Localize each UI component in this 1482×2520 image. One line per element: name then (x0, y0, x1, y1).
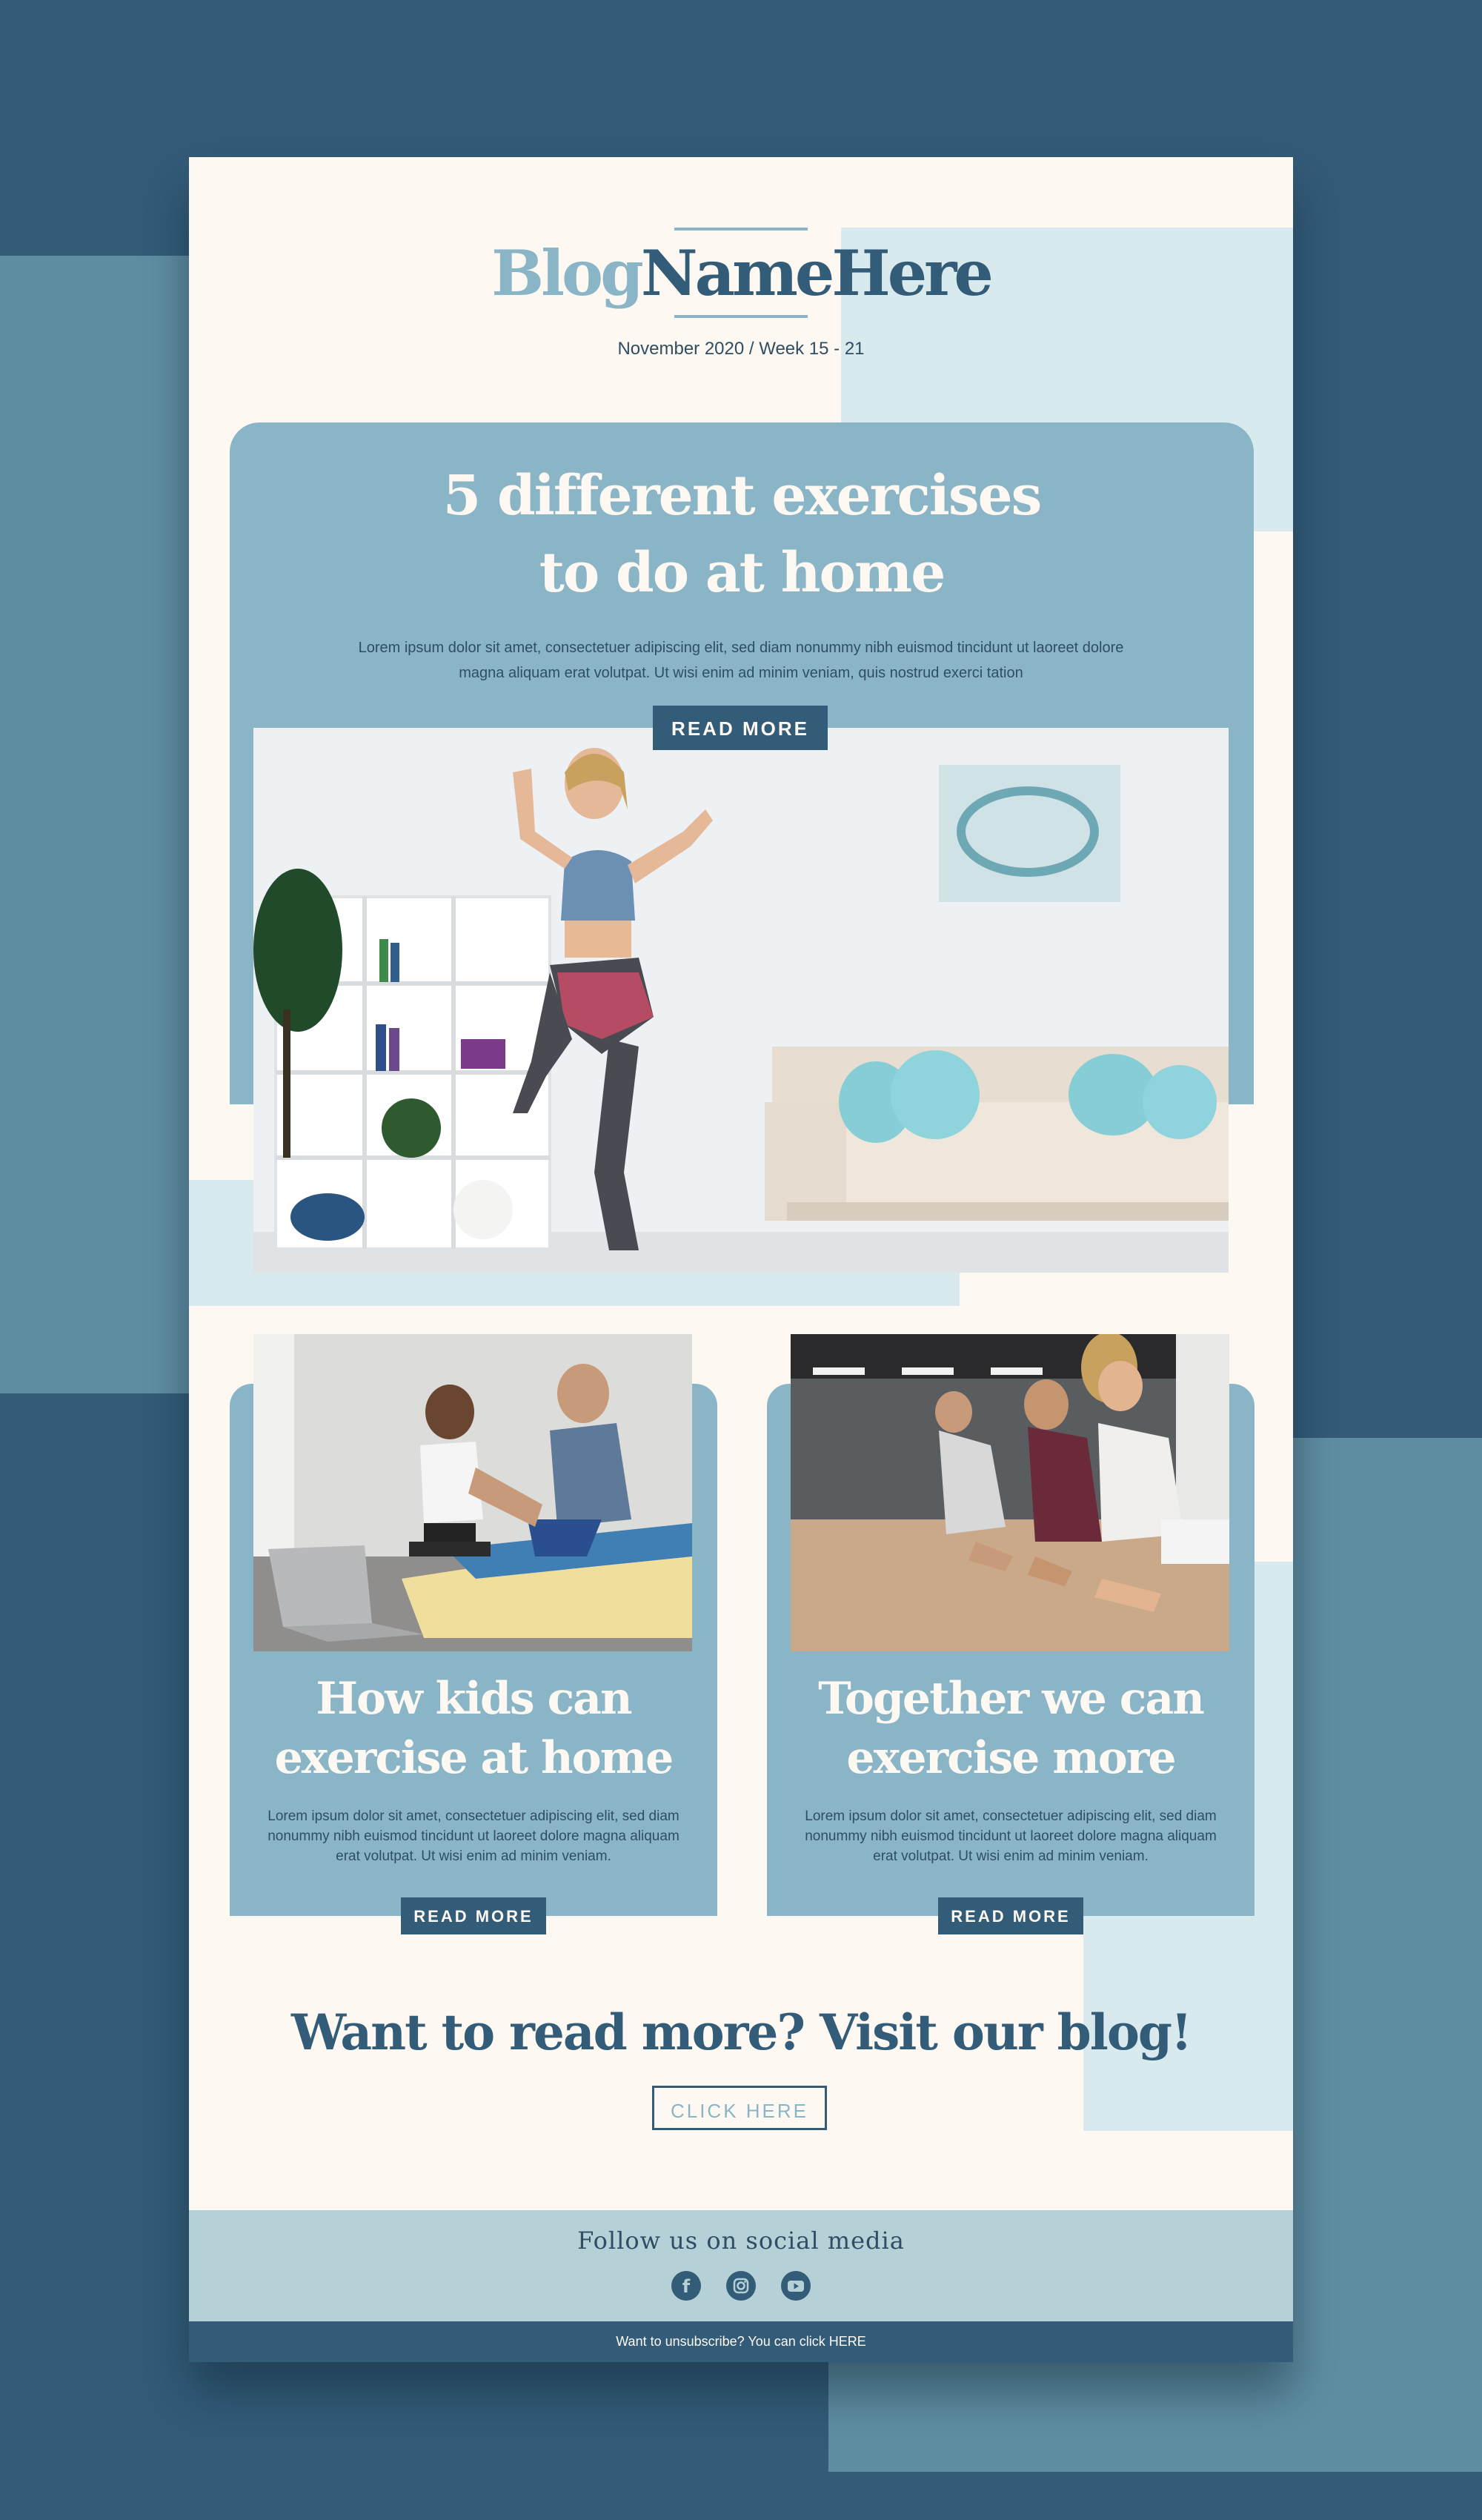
article-title-together: Together we can exercise more (767, 1669, 1255, 1788)
social-title: Follow us on social media (577, 2226, 905, 2255)
logo-rule-top (674, 228, 808, 231)
logo-rule-bottom (674, 315, 808, 318)
article-description-together: Lorem ipsum dolor sit amet, consectetuer… (805, 1808, 1217, 1864)
youtube-icon[interactable] (781, 2271, 811, 2301)
hero-read-more-button[interactable]: READ MORE (653, 706, 828, 750)
hero-photo-woman-exercising (253, 728, 1229, 1273)
cta-title: Want to read more? Visit our blog! (291, 2003, 1192, 2061)
instagram-icon[interactable] (726, 2271, 756, 2301)
social-icons: f (189, 2271, 1293, 2301)
svg-text:f: f (682, 2276, 691, 2297)
article-title-line: Together we can (818, 1673, 1205, 1725)
logo-part-name: NameHere (640, 236, 994, 310)
article-title-line: exercise more (846, 1732, 1176, 1784)
header: BlogNameHere November 2020 / Week 15 - 2… (189, 228, 1293, 359)
facebook-icon[interactable]: f (671, 2271, 701, 2301)
photo-group-exercising-gym (791, 1334, 1229, 1651)
photo-father-and-son-exercising (253, 1334, 692, 1651)
newsletter-card: BlogNameHere November 2020 / Week 15 - 2… (189, 157, 1293, 2362)
hero-title-line: to do at home (539, 541, 946, 605)
hero-title: 5 different exercises to do at home (230, 457, 1254, 611)
blog-logo[interactable]: BlogNameHere (189, 242, 1293, 305)
issue-date: November 2020 / Week 15 - 21 (617, 339, 865, 359)
hero-title-line: 5 different exercises (442, 464, 1043, 528)
social-section: Follow us on social media f (189, 2210, 1293, 2321)
hero-description: Lorem ipsum dolor sit amet, consectetuer… (358, 640, 1124, 681)
logo-part-blog: Blog (491, 236, 644, 310)
background-block-right (1293, 1438, 1482, 2253)
article-title-kids: How kids can exercise at home (230, 1669, 717, 1788)
kids-read-more-button[interactable]: READ MORE (401, 1897, 546, 1934)
article-title-line: How kids can (316, 1673, 632, 1725)
click-here-button[interactable]: CLICK HERE (652, 2086, 827, 2130)
article-description-kids: Lorem ipsum dolor sit amet, consectetuer… (268, 1808, 679, 1864)
article-title-line: exercise at home (274, 1732, 674, 1784)
unsubscribe-footer[interactable]: Want to unsubscribe? You can click HERE (189, 2321, 1293, 2362)
together-read-more-button[interactable]: READ MORE (938, 1897, 1083, 1934)
